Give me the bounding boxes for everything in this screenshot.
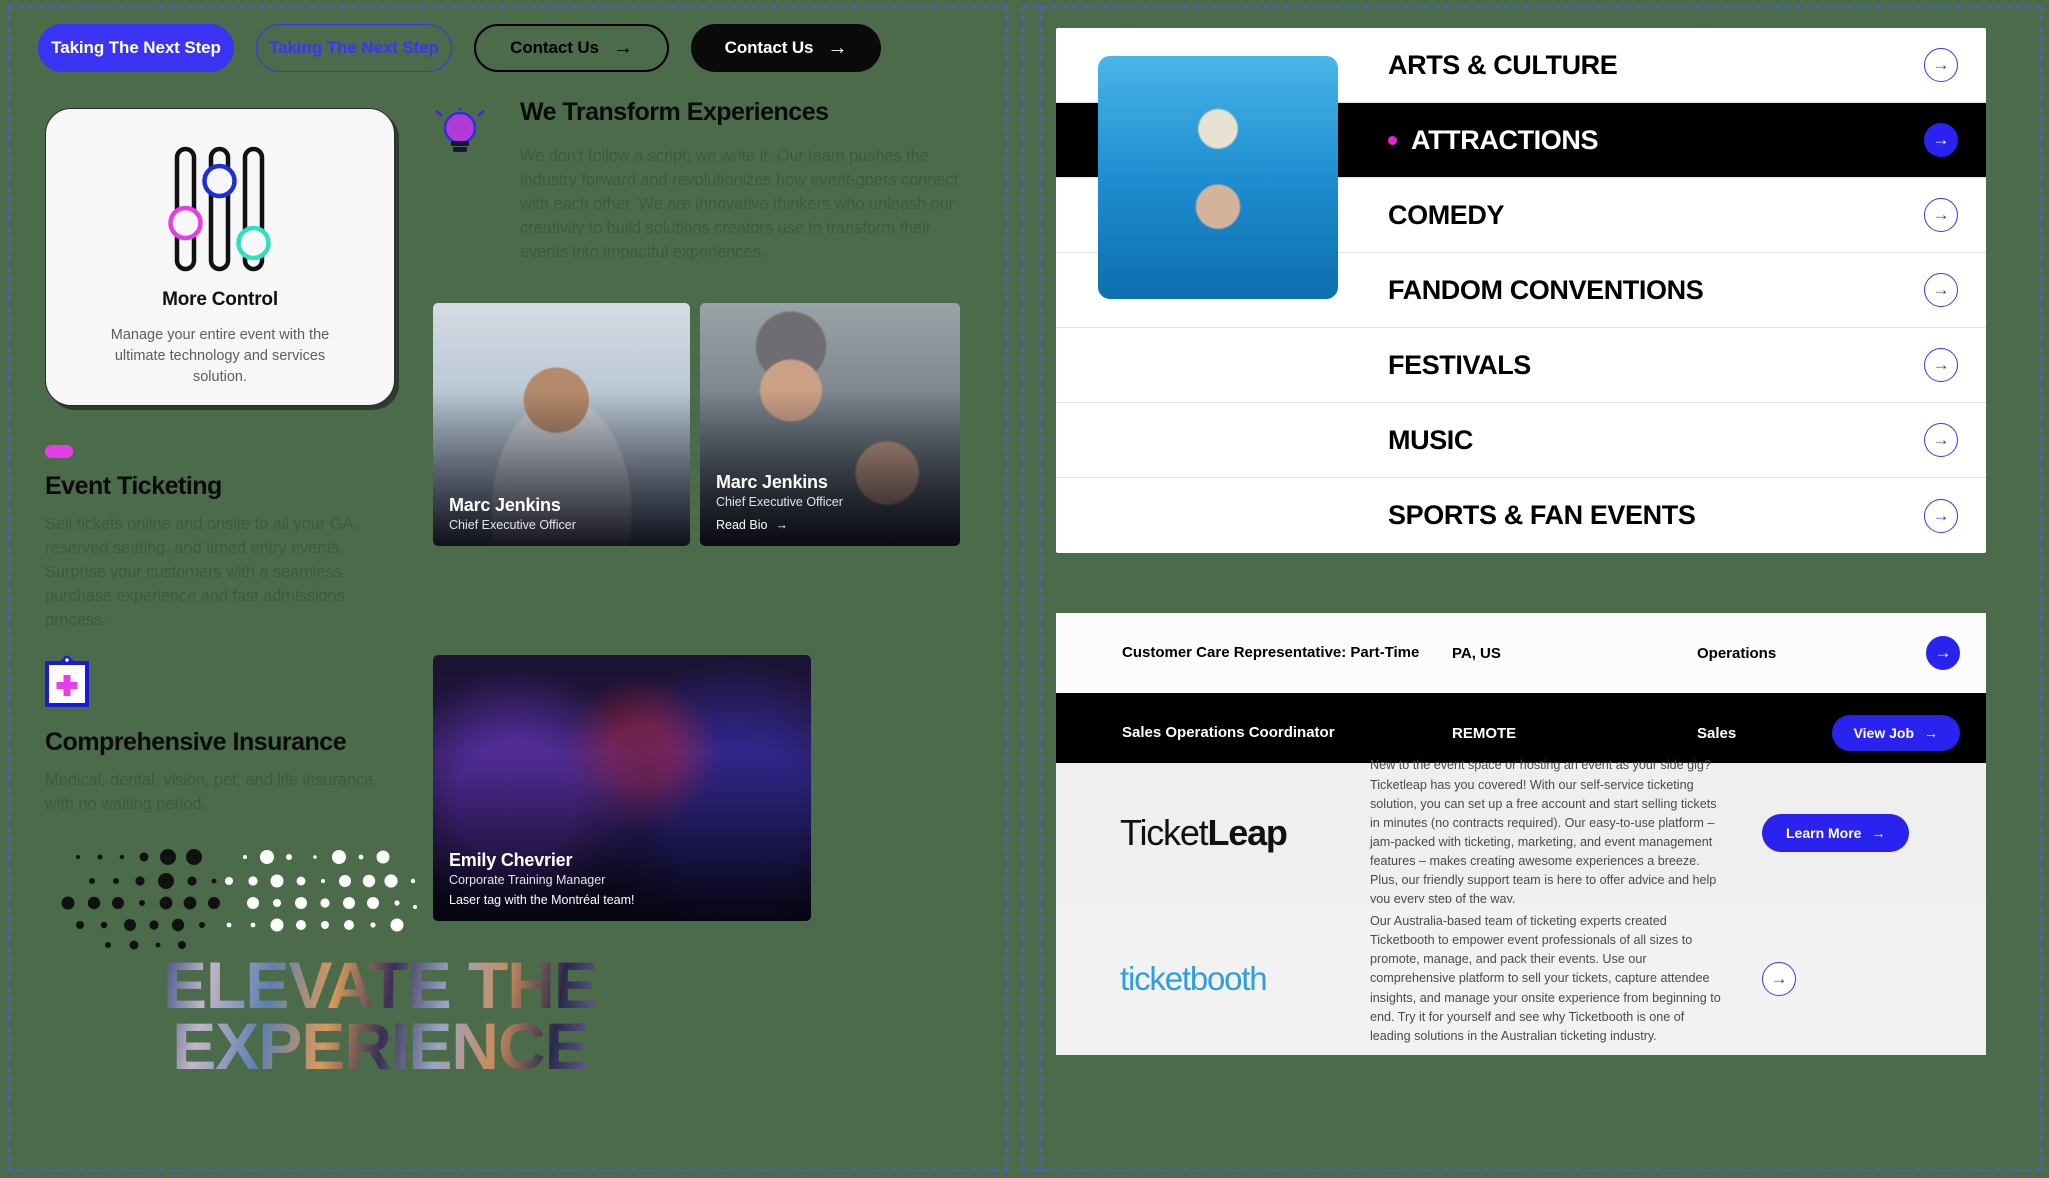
category-label: ARTS & CULTURE [1388, 49, 1618, 80]
brand-card-ticketleap: TicketLeap New to the event space or hos… [1056, 758, 1986, 906]
sliders-icon [155, 143, 285, 275]
taking-next-step-outline-button[interactable]: Taking The Next Step [256, 24, 452, 72]
category-photo [1098, 56, 1338, 299]
arrow-right-circle-icon[interactable]: → [1924, 123, 1958, 157]
logo-part-1: Ticket [1120, 812, 1209, 853]
arrow-right-circle-icon[interactable]: → [1924, 198, 1958, 232]
feature-event-ticketing: Event Ticketing Sell tickets online and … [45, 445, 375, 633]
taking-next-step-primary-button[interactable]: Taking The Next Step [38, 24, 234, 72]
person-caption: Marc Jenkins Chief Executive Officer [449, 495, 576, 532]
job-location: PA, US [1452, 644, 1501, 662]
elevate-line-2: Experience [172, 1008, 588, 1083]
arrow-right-icon: → [827, 37, 848, 59]
ticketbooth-logo: ticketbooth [1120, 960, 1370, 998]
transform-heading: We Transform Experiences [520, 98, 829, 126]
category-label: COMEDY [1388, 199, 1505, 230]
arrow-right-circle-icon[interactable]: → [1924, 498, 1958, 533]
arrow-right-icon: → [775, 518, 788, 532]
button-label: Taking The Next Step [269, 38, 439, 57]
brand-card-ticketbooth: ticketbooth Our Australia-based team of … [1056, 903, 1986, 1055]
clipboard-medical-icon [45, 655, 390, 712]
logo-part-2: Leap [1207, 812, 1287, 853]
arrow-right-icon: → [1871, 825, 1886, 841]
person-card-1[interactable]: Marc Jenkins Chief Executive Officer [433, 303, 690, 546]
ticketleap-logo: TicketLeap [1120, 812, 1370, 854]
category-label: FANDOM CONVENTIONS [1388, 274, 1704, 305]
job-listings: Customer Care Representative: Part-Time … [1056, 613, 1986, 773]
arrow-right-circle-icon[interactable]: → [1924, 48, 1958, 82]
person-caption: Marc Jenkins Chief Executive Officer Rea… [716, 472, 843, 532]
brand-description: Our Australia-based team of ticketing ex… [1370, 914, 1721, 1043]
category-row-music[interactable]: MUSIC → [1056, 403, 1986, 478]
read-bio-label: Read Bio [716, 518, 768, 532]
button-showcase-row: Taking The Next Step Taking The Next Ste… [38, 24, 881, 72]
page-root: Taking The Next Step Taking The Next Ste… [0, 0, 2049, 1178]
person-note: Laser tag with the Montréal team! [449, 893, 635, 907]
lightbulb-icon [432, 108, 488, 158]
category-label: ATTRACTIONS [1411, 124, 1599, 155]
job-row[interactable]: Customer Care Representative: Part-Time … [1056, 613, 1986, 693]
learn-more-label: Learn More [1786, 825, 1862, 841]
person-name: Marc Jenkins [716, 472, 828, 492]
card-description: Manage your entire event with the ultima… [110, 327, 330, 386]
arrow-right-circle-icon[interactable]: → [1924, 348, 1958, 382]
arrow-right-circle-icon[interactable]: → [1924, 273, 1958, 307]
elevate-headline: Elevate The Experience [40, 955, 720, 1145]
feature-title: Comprehensive Insurance [45, 728, 347, 756]
person-name: Emily Chevrier [449, 850, 573, 870]
active-bullet-icon [1388, 135, 1397, 145]
job-department: Sales [1697, 724, 1737, 742]
learn-more-button[interactable]: Learn More → [1762, 814, 1910, 852]
feature-title: Event Ticketing [45, 472, 222, 500]
contact-us-outline-button[interactable]: Contact Us → [474, 24, 669, 72]
view-job-button[interactable]: View Job → [1831, 715, 1960, 751]
contact-us-dark-button[interactable]: Contact Us → [691, 24, 881, 72]
card-title: More Control [162, 289, 278, 310]
logo-part-1: ticketbooth [1120, 960, 1268, 997]
arrow-right-icon: → [1924, 725, 1938, 741]
feature-body: Medical, dental, vision, pet, and life i… [45, 771, 374, 813]
category-label: SPORTS & FAN EVENTS [1388, 500, 1696, 530]
person-caption: Emily Chevrier Corporate Training Manage… [449, 850, 635, 907]
view-job-label: View Job [1853, 725, 1914, 741]
person-role: Chief Executive Officer [449, 518, 576, 532]
person-name: Marc Jenkins [449, 495, 561, 515]
person-role: Chief Executive Officer [716, 495, 843, 509]
feature-body: Sell tickets online and onsite to all yo… [45, 515, 358, 629]
person-card-2[interactable]: Marc Jenkins Chief Executive Officer Rea… [700, 303, 960, 546]
transform-body: We don't follow a script; we write it. O… [520, 147, 959, 261]
pill-badge-icon [45, 445, 73, 458]
person-role: Corporate Training Manager [449, 873, 606, 887]
button-label: Taking The Next Step [51, 38, 221, 57]
button-label: Contact Us [510, 38, 599, 57]
button-label: Contact Us [724, 38, 814, 57]
brand-description: New to the event space or hosting an eve… [1370, 758, 1717, 907]
arrow-right-circle-icon[interactable]: → [1924, 423, 1958, 457]
category-label: FESTIVALS [1388, 349, 1531, 380]
arrow-right-icon: → [612, 37, 633, 59]
job-title: Customer Care Representative: Part-Time [1122, 643, 1420, 661]
job-department: Operations [1697, 644, 1777, 662]
category-row-sports-fan-events[interactable]: SPORTS & FAN EVENTS → [1056, 478, 1986, 553]
job-title: Sales Operations Coordinator [1122, 723, 1335, 741]
arrow-right-circle-icon[interactable]: → [1926, 636, 1960, 670]
person-card-3[interactable]: Emily Chevrier Corporate Training Manage… [433, 655, 811, 921]
feature-comprehensive-insurance: Comprehensive Insurance Medical, dental,… [45, 655, 390, 817]
more-control-card[interactable]: More Control Manage your entire event wi… [45, 108, 395, 406]
arrow-right-circle-icon[interactable]: → [1762, 962, 1796, 996]
category-row-festivals[interactable]: FESTIVALS → [1056, 328, 1986, 403]
category-label: MUSIC [1388, 424, 1473, 455]
job-location: REMOTE [1452, 724, 1517, 742]
category-feature-image [1098, 56, 1338, 299]
read-bio-link[interactable]: Read Bio → [716, 518, 843, 532]
right-artboard-guide [1040, 6, 1042, 1172]
